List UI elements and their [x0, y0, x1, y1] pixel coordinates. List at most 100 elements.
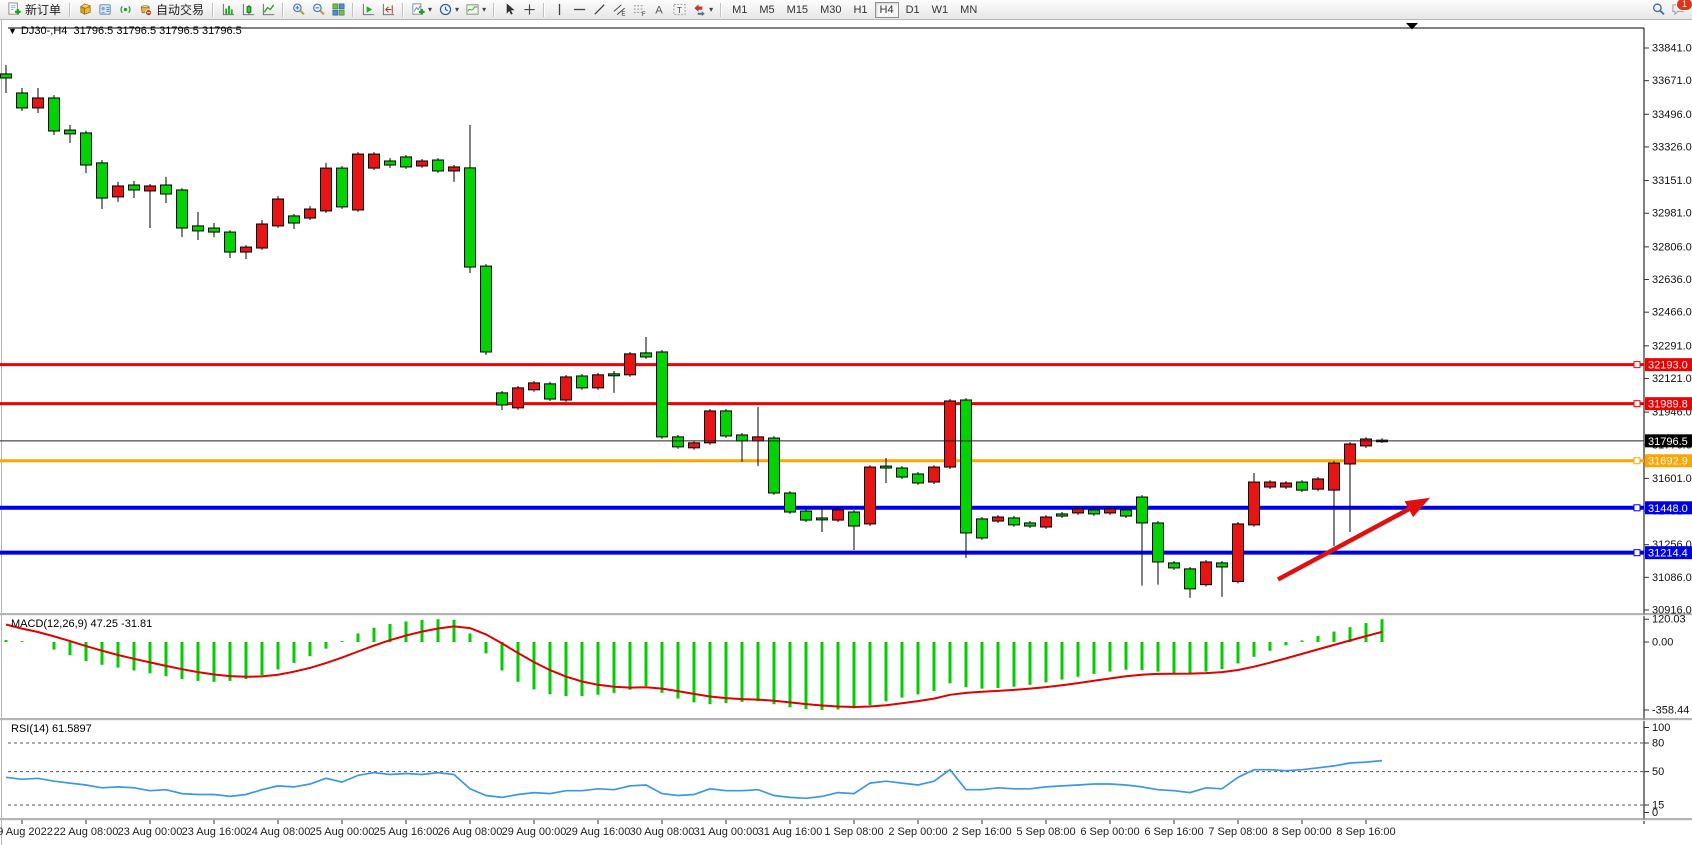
timeframe-button-m15[interactable]: M15 [782, 2, 813, 18]
autotrading-icon[interactable] [136, 1, 154, 19]
svg-text:A: A [655, 5, 663, 17]
price-level-label: 31214.4 [1645, 546, 1692, 560]
time-tick-label: 30 Aug 08:00 [630, 826, 695, 838]
bar-chart-icon[interactable] [219, 1, 237, 19]
line-handle[interactable] [1634, 550, 1640, 556]
toolbar-separator [543, 3, 545, 17]
equidistant-channel-icon[interactable]: E [610, 1, 628, 19]
rsi-tick-label: 0 [1652, 807, 1658, 819]
crosshair-icon[interactable] [520, 1, 538, 19]
timeframe-button-m1[interactable]: M1 [727, 2, 752, 18]
rsi-pane[interactable] [6, 743, 1644, 805]
svg-text:T: T [676, 5, 681, 15]
new-order-icon[interactable] [5, 1, 23, 19]
dropdown-caret-icon[interactable]: ▾ [482, 5, 486, 14]
trendline-icon[interactable] [590, 1, 608, 19]
timeframe-button-h4[interactable]: H4 [875, 2, 899, 18]
time-tick-label: 6 Sep 16:00 [1144, 826, 1203, 838]
line-handle[interactable] [1634, 362, 1640, 368]
price-level-label: 31796.5 [1645, 434, 1692, 448]
line-chart-icon[interactable] [259, 1, 277, 19]
price-tick-label: 32466.0 [1652, 307, 1692, 319]
autotrading-label[interactable]: 自动交易 [156, 1, 204, 18]
timeframe-button-m5[interactable]: M5 [754, 2, 779, 18]
timeframe-button-mn[interactable]: MN [955, 2, 982, 18]
trend-arrow-annotation[interactable] [1278, 498, 1430, 580]
zoom-in-icon[interactable] [289, 1, 307, 19]
candles[interactable] [1, 65, 1388, 598]
toolbar-separator [352, 3, 354, 17]
chat-icon[interactable]: 1 [1669, 1, 1687, 19]
templates-icon[interactable] [463, 1, 481, 19]
rsi-tick-label: 80 [1652, 738, 1664, 750]
arrows-icon[interactable] [690, 1, 708, 19]
horizontal-line-icon[interactable] [570, 1, 588, 19]
indicators-icon[interactable] [409, 1, 427, 19]
macd-tick-label: 120.03 [1652, 614, 1686, 626]
tile-windows-icon[interactable] [329, 1, 347, 19]
text-label-icon[interactable]: T [670, 1, 688, 19]
macd-tick-label: 0.00 [1652, 637, 1673, 649]
svg-text:31796.5: 31796.5 [1648, 436, 1688, 448]
vertical-line-icon[interactable] [550, 1, 568, 19]
time-axis[interactable]: 19 Aug 202222 Aug 08:0023 Aug 00:0023 Au… [0, 820, 1396, 838]
dropdown-caret-icon[interactable]: ▾ [709, 5, 713, 14]
line-handle[interactable] [1634, 401, 1640, 407]
time-tick-label: 31 Aug 16:00 [758, 826, 823, 838]
toolbar-separator [720, 3, 722, 17]
auto-scroll-icon[interactable] [359, 1, 377, 19]
symbol-timeframe-label: DJ30-,H4 [21, 25, 67, 37]
chart-canvas[interactable]: 33841.033671.033496.033326.033151.032981… [0, 20, 1692, 845]
marketwatch-icon[interactable] [76, 1, 94, 19]
price-tick-label: 33326.0 [1652, 141, 1692, 153]
toolbar-separator [282, 3, 284, 17]
toolbar-separator [212, 3, 214, 17]
toolbar-separator [493, 3, 495, 17]
time-tick-label: 29 Aug 00:00 [502, 826, 567, 838]
dropdown-caret-icon[interactable]: ▾ [428, 5, 432, 14]
toolbar-separator [69, 3, 71, 17]
zoom-out-icon[interactable] [309, 1, 327, 19]
price-axis[interactable]: 33841.033671.033496.033326.033151.032981… [0, 20, 1692, 845]
timeframe-button-h1[interactable]: H1 [848, 2, 872, 18]
line-handle[interactable] [1634, 458, 1640, 464]
svg-text:31214.4: 31214.4 [1648, 548, 1688, 560]
svg-text:F: F [641, 11, 645, 17]
search-icon[interactable] [1649, 1, 1667, 19]
time-tick-label: 22 Aug 08:00 [54, 826, 119, 838]
timeframe-button-d1[interactable]: D1 [901, 2, 925, 18]
time-tick-label: 23 Aug 16:00 [182, 826, 247, 838]
chart-symbol-title: ▼ DJ30-,H4 31796.5 31796.5 31796.5 31796.… [8, 25, 242, 37]
new-order-label[interactable]: 新订单 [25, 1, 61, 18]
text-icon[interactable]: A [650, 1, 668, 19]
toolbar: 新订单 自动交易 ▾ ▾ ▾ E F A T ▾ M1M5M15M30H1H4D1W1MN 1 [0, 0, 1692, 20]
chart-shift-icon[interactable] [379, 1, 397, 19]
chart-window[interactable]: 33841.033671.033496.033326.033151.032981… [0, 20, 1692, 845]
rsi-indicator-label: RSI(14) 61.5897 [11, 723, 92, 735]
candlestick-chart-icon[interactable] [239, 1, 257, 19]
data-window-icon[interactable] [96, 1, 114, 19]
price-level-label: 31989.8 [1645, 397, 1692, 411]
dropdown-caret-icon[interactable]: ▾ [455, 5, 459, 14]
svg-text:31989.8: 31989.8 [1648, 399, 1688, 411]
macd-pane[interactable] [6, 619, 1382, 710]
line-handle[interactable] [1634, 505, 1640, 511]
mt4-application-window: 新订单自动交易▾▾▾EFAT▾M1M5M15M30H1H4D1W1MN1 338… [0, 0, 1692, 845]
time-tick-label: 2 Sep 00:00 [888, 826, 947, 838]
time-tick-label: 25 Aug 00:00 [310, 826, 375, 838]
price-level-label: 32193.0 [1645, 358, 1692, 372]
timeframe-button-m30[interactable]: M30 [815, 2, 846, 18]
fibonacci-icon[interactable]: F [630, 1, 648, 19]
cursor-icon[interactable] [500, 1, 518, 19]
chart-shift-marker[interactable] [1406, 23, 1418, 30]
rsi-tick-label: 100 [1652, 722, 1670, 734]
time-tick-label: 6 Sep 00:00 [1080, 826, 1139, 838]
timeframe-button-w1[interactable]: W1 [927, 2, 954, 18]
chevron-down-icon[interactable]: ▼ [8, 26, 17, 36]
macd-tick-label: -358.44 [1652, 705, 1689, 717]
signals-icon[interactable] [116, 1, 134, 19]
ohlc-readout: 31796.5 31796.5 31796.5 31796.5 [74, 25, 242, 37]
time-tick-label: 8 Sep 16:00 [1336, 826, 1395, 838]
periods-icon[interactable] [436, 1, 454, 19]
main-pane[interactable] [0, 65, 1644, 598]
